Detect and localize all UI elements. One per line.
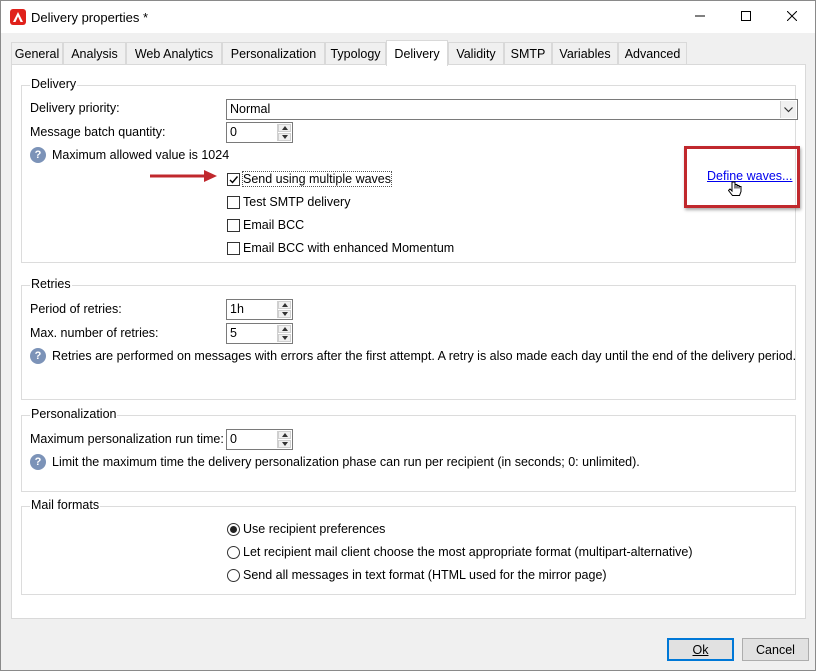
minimize-button[interactable] (677, 1, 723, 32)
chevron-down-icon[interactable] (780, 101, 796, 118)
tab-label: Advanced (624, 47, 681, 61)
define-waves-link[interactable]: Define waves... (707, 169, 792, 183)
cancel-label: Cancel (756, 642, 795, 657)
mail-formats-group: Mail formats Use recipient preferences L… (21, 498, 796, 595)
priority-select[interactable]: Normal (226, 99, 798, 120)
tab-label: Analysis (71, 47, 118, 61)
highlight-frame: Define waves... (684, 146, 800, 208)
text-format-label[interactable]: Send all messages in text format (HTML u… (243, 568, 607, 582)
email-bcc-momentum-checkbox[interactable] (227, 242, 240, 255)
personalization-note: Limit the maximum time the delivery pers… (52, 455, 640, 469)
tab-general[interactable]: General (11, 42, 63, 65)
decrement-arrow-icon[interactable] (278, 310, 291, 318)
title-bar[interactable]: Delivery properties * (1, 1, 815, 33)
app-logo-icon (10, 9, 26, 25)
multiple-waves-checkbox[interactable] (227, 173, 240, 186)
multipart-radio[interactable] (227, 546, 240, 559)
max-retries-value: 5 (230, 326, 237, 340)
close-button[interactable] (769, 1, 815, 32)
annotation-arrow-icon (150, 170, 218, 185)
tab-label: Delivery (394, 46, 440, 61)
group-label: Retries (30, 277, 72, 291)
close-icon (786, 10, 798, 24)
tab-smtp[interactable]: SMTP (504, 42, 552, 65)
tab-advanced[interactable]: Advanced (618, 42, 687, 65)
tab-label: Typology (330, 47, 381, 61)
tab-strip: General Analysis Web Analytics Personali… (11, 40, 806, 66)
tab-label: Variables (559, 47, 611, 61)
decrement-arrow-icon[interactable] (278, 334, 291, 342)
retries-note: Retries are performed on messages with e… (52, 349, 797, 363)
runtime-value: 0 (230, 432, 237, 446)
tab-personalization[interactable]: Personalization (222, 42, 325, 65)
max-retries-stepper[interactable]: 5 (226, 323, 293, 344)
delivery-group: Delivery Delivery priority: Normal Messa… (21, 77, 800, 263)
maximize-icon (741, 10, 751, 24)
runtime-label: Maximum personalization run time: (30, 432, 224, 446)
tab-label: Personalization (230, 47, 317, 61)
priority-value: Normal (230, 102, 271, 116)
recipient-preferences-label[interactable]: Use recipient preferences (243, 522, 385, 536)
maximize-button[interactable] (723, 1, 769, 32)
ok-label: Ok (692, 642, 709, 657)
multipart-label[interactable]: Let recipient mail client choose the mos… (243, 545, 693, 559)
text-format-radio[interactable] (227, 569, 240, 582)
max-value-note: Maximum allowed value is 1024 (52, 148, 230, 162)
tab-panel-delivery: Delivery Delivery priority: Normal Messa… (11, 64, 806, 619)
runtime-stepper[interactable]: 0 (226, 429, 293, 450)
minimize-icon (695, 10, 705, 24)
period-value: 1h (230, 302, 244, 316)
help-icon: ? (30, 147, 46, 163)
test-smtp-checkbox[interactable] (227, 196, 240, 209)
window-title: Delivery properties * (31, 10, 149, 25)
help-icon: ? (30, 454, 46, 470)
recipient-preferences-radio[interactable] (227, 523, 240, 536)
increment-arrow-icon[interactable] (278, 431, 291, 439)
decrement-arrow-icon[interactable] (278, 440, 291, 448)
retries-group: Retries Period of retries: 1h Max. numbe… (21, 277, 797, 400)
email-bcc-checkbox[interactable] (227, 219, 240, 232)
batch-value: 0 (230, 125, 237, 139)
email-bcc-momentum-label[interactable]: Email BCC with enhanced Momentum (243, 241, 454, 255)
test-smtp-label[interactable]: Test SMTP delivery (243, 195, 350, 209)
tab-label: Web Analytics (134, 47, 214, 61)
personalization-group: Personalization Maximum personalization … (21, 407, 796, 492)
tab-typology[interactable]: Typology (325, 42, 386, 65)
group-label: Delivery (30, 77, 78, 91)
increment-arrow-icon[interactable] (278, 325, 291, 333)
batch-stepper[interactable]: 0 (226, 122, 293, 143)
batch-label: Message batch quantity: (30, 125, 166, 139)
increment-arrow-icon[interactable] (278, 301, 291, 309)
tab-label: Validity (456, 47, 496, 61)
tab-label: SMTP (510, 47, 546, 61)
tab-delivery[interactable]: Delivery (386, 40, 448, 66)
group-label: Personalization (30, 407, 118, 421)
max-retries-label: Max. number of retries: (30, 326, 159, 340)
tab-label: General (14, 47, 60, 61)
tab-analysis[interactable]: Analysis (63, 42, 126, 65)
decrement-arrow-icon[interactable] (278, 133, 291, 141)
tab-validity[interactable]: Validity (448, 42, 504, 65)
ok-button[interactable]: Ok (667, 638, 734, 661)
tab-web-analytics[interactable]: Web Analytics (126, 42, 222, 65)
increment-arrow-icon[interactable] (278, 124, 291, 132)
period-label: Period of retries: (30, 302, 122, 316)
cancel-button[interactable]: Cancel (742, 638, 809, 661)
email-bcc-label[interactable]: Email BCC (243, 218, 304, 232)
hand-cursor-icon (727, 181, 742, 202)
help-icon: ? (30, 348, 46, 364)
priority-label: Delivery priority: (30, 101, 120, 115)
period-stepper[interactable]: 1h (226, 299, 293, 320)
dialog-window: Delivery properties * General Analysis W… (0, 0, 816, 671)
group-label: Mail formats (30, 498, 101, 512)
multiple-waves-label[interactable]: Send using multiple waves (242, 171, 392, 187)
tab-variables[interactable]: Variables (552, 42, 618, 65)
